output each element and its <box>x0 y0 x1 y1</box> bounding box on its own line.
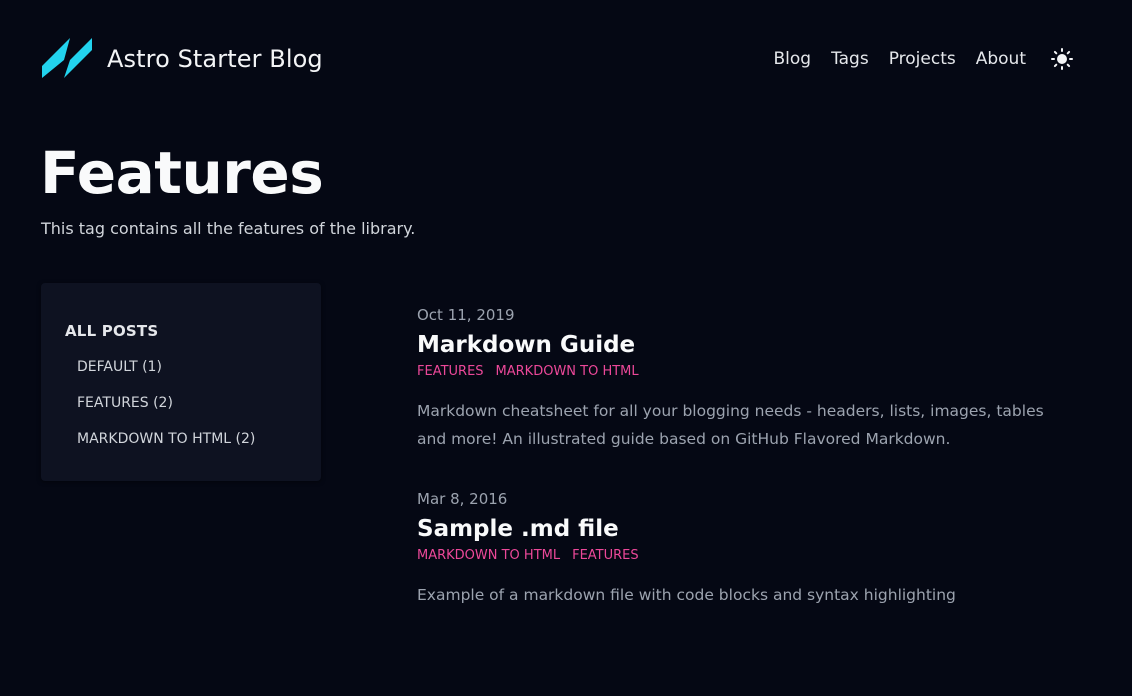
main-nav: Blog Tags Projects About <box>773 47 1074 71</box>
post-description: Markdown cheatsheet for all your bloggin… <box>417 402 1044 448</box>
sidebar-all-posts[interactable]: ALL POSTS <box>65 322 158 340</box>
tags-sidebar: ALL POSTS DEFAULT (1) FEATURES (2) MARKD… <box>41 283 321 481</box>
post-tags: MARKDOWN TO HTML FEATURES <box>417 547 1057 565</box>
page-title: Features <box>40 139 324 207</box>
post-card: Oct 11, 2019 Markdown Guide FEATURES MAR… <box>417 305 1057 453</box>
post-date: Oct 11, 2019 <box>417 306 515 324</box>
nav-blog[interactable]: Blog <box>773 49 811 69</box>
theme-toggle-button[interactable] <box>1050 47 1074 71</box>
post-tag[interactable]: MARKDOWN TO HTML <box>496 363 639 381</box>
post-tag[interactable]: MARKDOWN TO HTML <box>417 547 560 565</box>
post-title[interactable]: Markdown Guide <box>417 330 1057 360</box>
site-title[interactable]: Astro Starter Blog <box>107 45 323 73</box>
post-tag[interactable]: FEATURES <box>572 547 639 565</box>
post-card: Mar 8, 2016 Sample .md file MARKDOWN TO … <box>417 489 1057 609</box>
nav-about[interactable]: About <box>976 49 1026 69</box>
nav-tags[interactable]: Tags <box>831 49 869 69</box>
post-title[interactable]: Sample .md file <box>417 514 1057 544</box>
page-description: This tag contains all the features of th… <box>41 219 416 238</box>
sidebar-item-markdown-to-html[interactable]: MARKDOWN TO HTML (2) <box>77 431 255 447</box>
post-description: Example of a markdown file with code blo… <box>417 586 956 604</box>
post-date: Mar 8, 2016 <box>417 490 508 508</box>
sun-icon <box>1051 48 1073 70</box>
nav-projects[interactable]: Projects <box>889 49 956 69</box>
astro-logo-icon[interactable] <box>40 36 96 80</box>
sidebar-item-features[interactable]: FEATURES (2) <box>77 395 173 411</box>
post-tags: FEATURES MARKDOWN TO HTML <box>417 363 1057 381</box>
site-header: Astro Starter Blog Blog Tags Projects Ab… <box>0 0 1132 120</box>
sidebar-item-default[interactable]: DEFAULT (1) <box>77 359 162 375</box>
post-tag[interactable]: FEATURES <box>417 363 484 381</box>
